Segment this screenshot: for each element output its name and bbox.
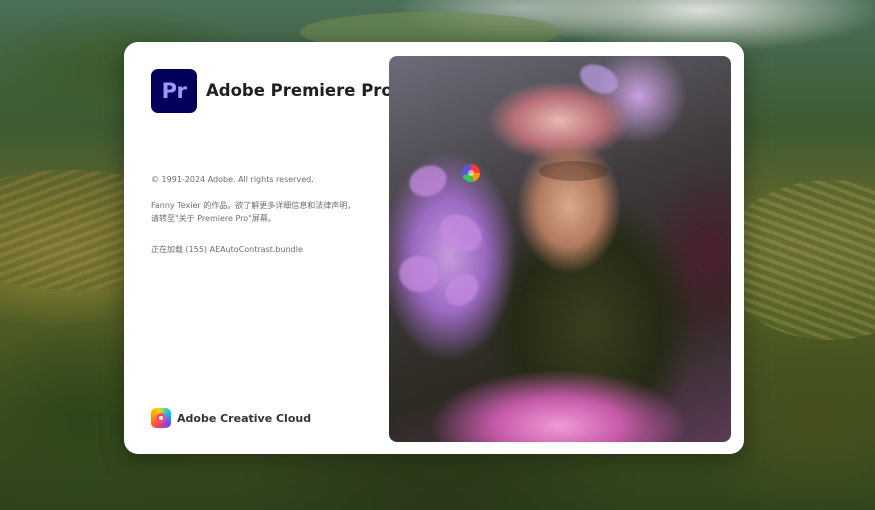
artwork-petal: [396, 252, 442, 296]
loading-spinner-icon: [462, 164, 480, 182]
artwork-petal: [405, 160, 451, 202]
splash-artwork: [389, 56, 731, 442]
creative-cloud-icon: [151, 408, 171, 428]
desktop-background: Pr Adobe Premiere Pro © 1991-2024 Adobe.…: [0, 0, 875, 510]
splash-screen: Pr Adobe Premiere Pro © 1991-2024 Adobe.…: [124, 42, 744, 454]
artwork-credit-text: Fanny Texier 的作品。欲了解更多详细信息和法律声明，请转至"关于 P…: [151, 201, 356, 223]
premiere-pro-icon: Pr: [151, 69, 197, 113]
creative-cloud-label: Adobe Creative Cloud: [177, 412, 312, 425]
copyright-text: © 1991-2024 Adobe. All rights reserved.: [151, 175, 314, 184]
app-title: Adobe Premiere Pro: [206, 81, 393, 100]
artwork-portrait: [539, 161, 609, 181]
artwork-petal: [439, 267, 485, 313]
artwork-petal: [575, 58, 623, 100]
loading-status-text: 正在加载 (155) AEAutoContrast.bundle: [151, 245, 303, 254]
splash-info-panel: Pr Adobe Premiere Pro © 1991-2024 Adobe.…: [124, 42, 393, 454]
artwork-petal: [433, 207, 489, 259]
